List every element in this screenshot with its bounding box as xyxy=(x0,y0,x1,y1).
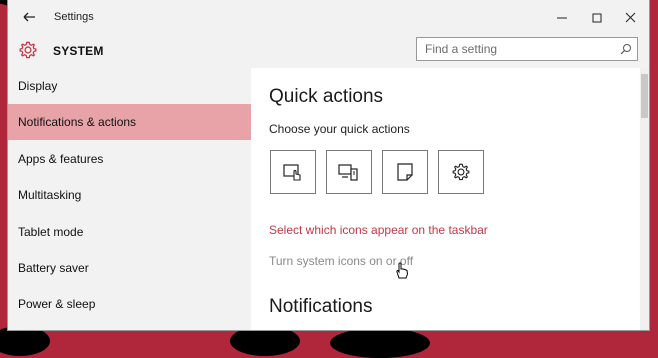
sidebar-item-label: Battery saver xyxy=(18,261,89,275)
sidebar-item-display[interactable]: Display xyxy=(8,68,251,104)
minimize-icon xyxy=(557,17,567,19)
quick-action-connect[interactable] xyxy=(326,150,372,194)
quick-actions-subtitle: Choose your quick actions xyxy=(269,122,410,136)
desktop-shape xyxy=(0,326,50,356)
sidebar-item-label: Notifications & actions xyxy=(18,115,137,129)
quick-action-note[interactable] xyxy=(382,150,428,194)
connect-icon xyxy=(338,164,358,181)
system-gear-icon xyxy=(19,41,37,59)
sidebar-item-label: Power & sleep xyxy=(18,297,96,311)
close-button[interactable] xyxy=(614,0,648,34)
sidebar-item-tablet-mode[interactable]: Tablet mode xyxy=(8,214,251,250)
sidebar-item-label: Display xyxy=(18,79,58,93)
sidebar: Display Notifications & actions Apps & f… xyxy=(8,68,251,330)
minimize-button[interactable] xyxy=(545,0,579,34)
close-icon xyxy=(625,12,636,23)
note-icon xyxy=(397,163,413,181)
sidebar-item-label: Multitasking xyxy=(18,188,82,202)
maximize-button[interactable] xyxy=(580,0,614,34)
search-input[interactable] xyxy=(417,38,621,60)
settings-window: Settings SYSTEM Find a setting Display N… xyxy=(8,0,649,330)
quick-action-settings[interactable] xyxy=(438,150,484,194)
system-icons-link[interactable]: Turn system icons on or off xyxy=(269,254,413,268)
scrollbar-thumb[interactable] xyxy=(641,74,648,118)
settings-header: SYSTEM xyxy=(8,34,649,68)
sidebar-item-apps-features[interactable]: Apps & features xyxy=(8,141,251,177)
section-title: SYSTEM xyxy=(53,44,104,58)
sidebar-item-label: Apps & features xyxy=(18,152,104,166)
taskbar-icons-link[interactable]: Select which icons appear on the taskbar xyxy=(269,223,488,237)
sidebar-item-battery-saver[interactable]: Battery saver xyxy=(8,250,251,286)
hand-cursor-icon xyxy=(396,262,409,279)
desktop-shape xyxy=(330,328,430,358)
notifications-heading: Notifications xyxy=(269,296,373,317)
title-bar: Settings xyxy=(8,0,649,34)
back-arrow-icon[interactable] xyxy=(20,8,38,26)
quick-action-tablet-mode[interactable] xyxy=(270,150,316,194)
quick-actions-heading: Quick actions xyxy=(269,86,384,107)
maximize-icon xyxy=(592,13,602,23)
sidebar-item-label: Tablet mode xyxy=(18,225,84,239)
main-content: Quick actions Choose your quick actions xyxy=(251,68,649,330)
search-box[interactable] xyxy=(416,37,638,61)
sidebar-item-power-sleep[interactable]: Power & sleep xyxy=(8,286,251,322)
sidebar-item-multitasking[interactable]: Multitasking xyxy=(8,177,251,213)
sidebar-item-notifications-actions[interactable]: Notifications & actions xyxy=(8,104,251,140)
search-icon[interactable] xyxy=(620,43,632,55)
tablet-mode-icon xyxy=(283,164,301,181)
settings-gear-icon xyxy=(452,163,470,181)
desktop-shape xyxy=(230,326,300,356)
window-title: Settings xyxy=(54,11,94,23)
scrollbar[interactable] xyxy=(640,68,649,330)
